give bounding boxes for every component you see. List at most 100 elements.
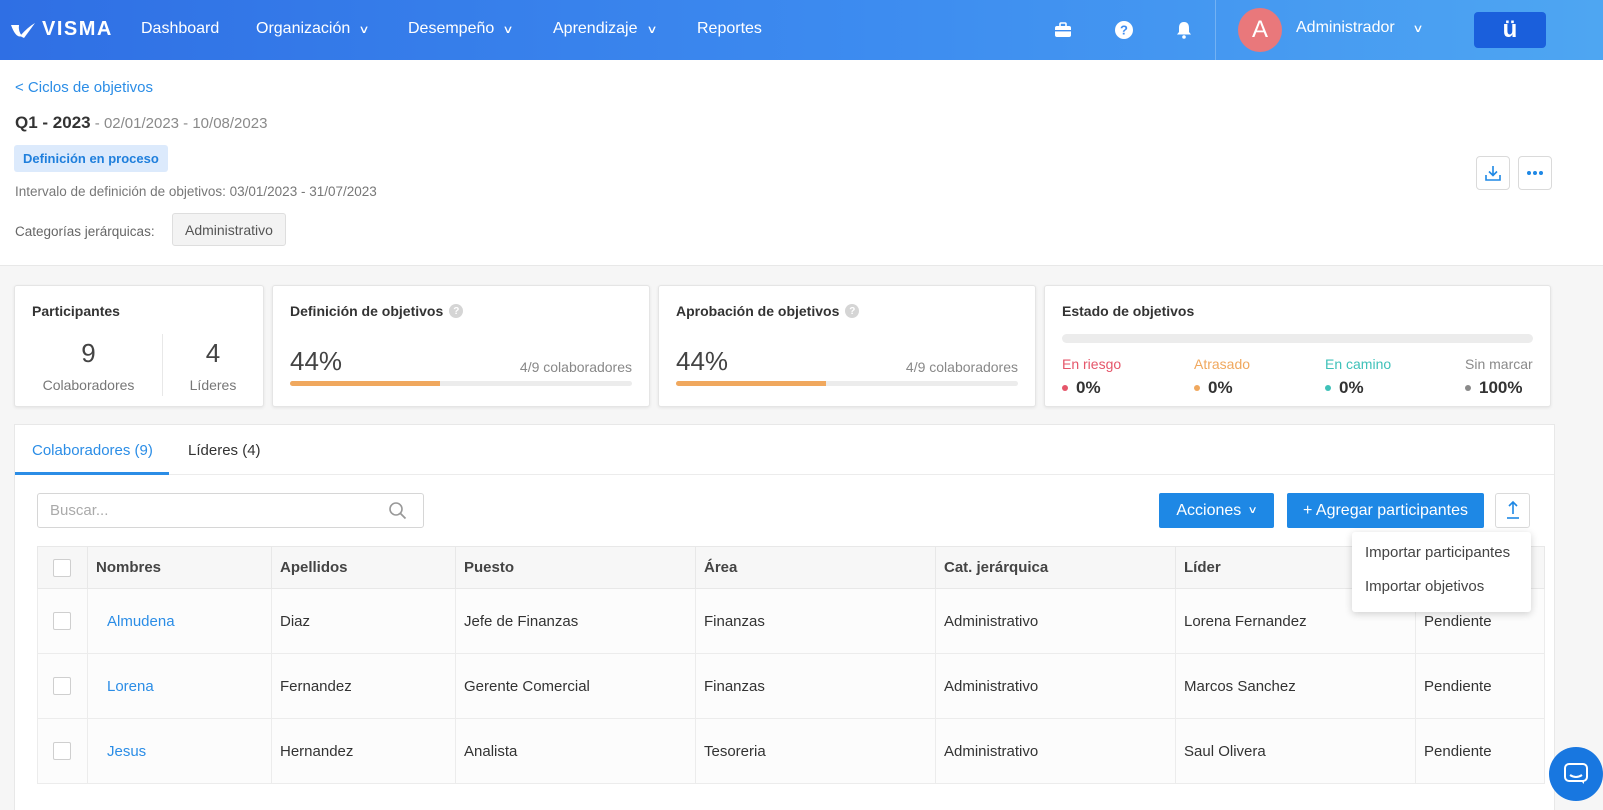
table-header-row: Nombres Apellidos Puesto Área Cat. jerár…	[37, 546, 1545, 589]
cell-nombre[interactable]: Jesus	[87, 718, 272, 784]
chevron-down-icon: ∨	[645, 23, 658, 36]
row-checkbox[interactable]	[53, 677, 71, 696]
nav-reportes[interactable]: Reportes	[697, 20, 762, 38]
approval-percent: 44%	[676, 346, 729, 376]
category-label: Categorías jerárquicas:	[15, 224, 155, 239]
approval-title-text: Aprobación de objetivos	[676, 303, 840, 319]
back-link[interactable]: < Ciclos de objetivos	[15, 79, 153, 96]
nav-separator	[1215, 0, 1216, 60]
col-nombres[interactable]: Nombres	[87, 546, 272, 589]
select-all-cell	[37, 546, 88, 589]
question-icon[interactable]: ?	[449, 304, 464, 318]
definition-sub: 4/9 colaboradores	[519, 359, 632, 375]
status-value: 100%	[1479, 378, 1523, 397]
cell-puesto: Gerente Comercial	[455, 653, 696, 719]
definition-title-text: Definición de objetivos	[290, 303, 444, 319]
approval-card: Aprobación de objetivos? 44% 4/9 colabor…	[658, 285, 1036, 407]
visma-logo[interactable]: VISMA	[10, 18, 113, 41]
logo-text: VISMA	[42, 18, 113, 40]
avatar[interactable]: A	[1238, 8, 1282, 52]
status-value: 0%	[1208, 378, 1233, 397]
col-area[interactable]: Área	[695, 546, 936, 589]
collaborators-count: 9	[81, 338, 96, 368]
status-badge: Definición en proceso	[14, 145, 168, 172]
download-button[interactable]	[1476, 156, 1510, 190]
select-all-checkbox[interactable]	[53, 558, 71, 577]
chevron-down-icon[interactable]: ∨	[1412, 22, 1423, 35]
actions-label: Acciones	[1176, 501, 1242, 519]
nav-reportes-label: Reportes	[697, 20, 762, 37]
cell-nombre[interactable]: Almudena	[87, 588, 272, 654]
status-label: En riesgo	[1062, 356, 1122, 372]
status-value: 0%	[1076, 378, 1101, 397]
row-checkbox[interactable]	[53, 612, 71, 631]
bell-icon[interactable]	[1173, 19, 1195, 41]
table-row: Almudena Diaz Jefe de Finanzas Finanzas …	[37, 588, 1545, 654]
status-sin-marcar: Sin marcar 100%	[1465, 356, 1533, 398]
cell-cat: Administrativo	[935, 653, 1176, 719]
status-bar	[1062, 334, 1533, 343]
row-select-cell	[37, 718, 88, 784]
nav-desempeno[interactable]: Desempeño ∨	[408, 20, 514, 38]
tab-colaboradores[interactable]: Colaboradores (9)	[32, 442, 153, 459]
cycle-name: Q1 - 2023	[15, 113, 91, 132]
page-title: Q1 - 2023 - 02/01/2023 - 10/08/2023	[15, 113, 267, 133]
chevron-down-icon: ∨	[502, 23, 514, 36]
user-name[interactable]: Administrador	[1296, 19, 1395, 37]
definition-progress-fill	[290, 381, 441, 386]
menu-item-import-objectives[interactable]: Importar objetivos	[1352, 578, 1531, 612]
status-dot	[1325, 385, 1331, 391]
more-dots-icon	[1527, 171, 1543, 175]
question-icon[interactable]: ?	[845, 304, 860, 318]
approval-sub: 4/9 colaboradores	[905, 359, 1018, 375]
status-label: Atrasado	[1194, 356, 1251, 372]
nav-aprendizaje[interactable]: Aprendizaje ∨	[553, 20, 658, 38]
briefcase-icon[interactable]	[1052, 19, 1074, 41]
col-apellidos[interactable]: Apellidos	[271, 546, 456, 589]
cell-lider: Saul Olivera	[1175, 718, 1416, 784]
status-label: En camino	[1325, 356, 1392, 372]
cycle-dates: - 02/01/2023 - 10/08/2023	[90, 115, 268, 132]
more-options-button[interactable]	[1518, 156, 1552, 190]
menu-item-import-participants[interactable]: Importar participantes	[1352, 544, 1531, 578]
active-tab-indicator	[15, 472, 169, 475]
visma-swoosh-icon	[11, 22, 35, 38]
row-checkbox[interactable]	[53, 742, 71, 761]
cell-puesto: Analista	[455, 718, 696, 784]
cycle-header: < Ciclos de objetivos Q1 - 2023 - 02/01/…	[0, 60, 1603, 266]
cell-puesto: Jefe de Finanzas	[455, 588, 696, 654]
actions-button[interactable]: Acciones ∨	[1159, 493, 1274, 528]
nav-dashboard[interactable]: Dashboard	[141, 20, 219, 38]
definition-progress-bar	[290, 381, 632, 386]
cell-apellido: Fernandez	[271, 653, 456, 719]
brand-button[interactable]: ü	[1474, 12, 1546, 48]
cell-area: Finanzas	[695, 653, 936, 719]
category-chip: Administrativo	[172, 213, 286, 246]
search-input[interactable]	[37, 493, 424, 528]
collaborators-label: Colaboradores	[42, 377, 135, 393]
chevron-down-icon: ∨	[358, 23, 370, 36]
cell-nombre[interactable]: Lorena	[87, 653, 272, 719]
chat-launcher-button[interactable]	[1549, 747, 1603, 801]
status-title: Estado de objetivos	[1062, 303, 1195, 319]
nav-organizacion[interactable]: Organización ∨	[256, 20, 370, 38]
import-button[interactable]	[1495, 493, 1530, 528]
status-value: 0%	[1339, 378, 1364, 397]
table-row: Jesus Hernandez Analista Tesoreria Admin…	[37, 718, 1545, 784]
col-puesto[interactable]: Puesto	[455, 546, 696, 589]
leaders-count: 4	[205, 338, 221, 368]
add-participants-button[interactable]: + Agregar participantes	[1287, 493, 1484, 528]
search-icon[interactable]	[388, 501, 407, 520]
cell-lider: Marcos Sanchez	[1175, 653, 1416, 719]
definition-percent: 44%	[290, 346, 343, 376]
help-icon[interactable]: ?	[1113, 19, 1135, 41]
table-row: Lorena Fernandez Gerente Comercial Finan…	[37, 653, 1545, 719]
participants-panel: Colaboradores (9) Líderes (4) Acciones∨ …	[14, 424, 1555, 810]
tab-lideres[interactable]: Líderes (4)	[188, 442, 261, 459]
status-en-riesgo: En riesgo 0%	[1062, 356, 1121, 398]
approval-title: Aprobación de objetivos?	[676, 303, 860, 319]
col-cat-jerarquica[interactable]: Cat. jerárquica	[935, 546, 1176, 589]
chat-icon	[1564, 763, 1588, 784]
status-dot	[1194, 385, 1200, 391]
participants-card: Participantes 9 Colaboradores 4 Líderes	[14, 285, 264, 407]
